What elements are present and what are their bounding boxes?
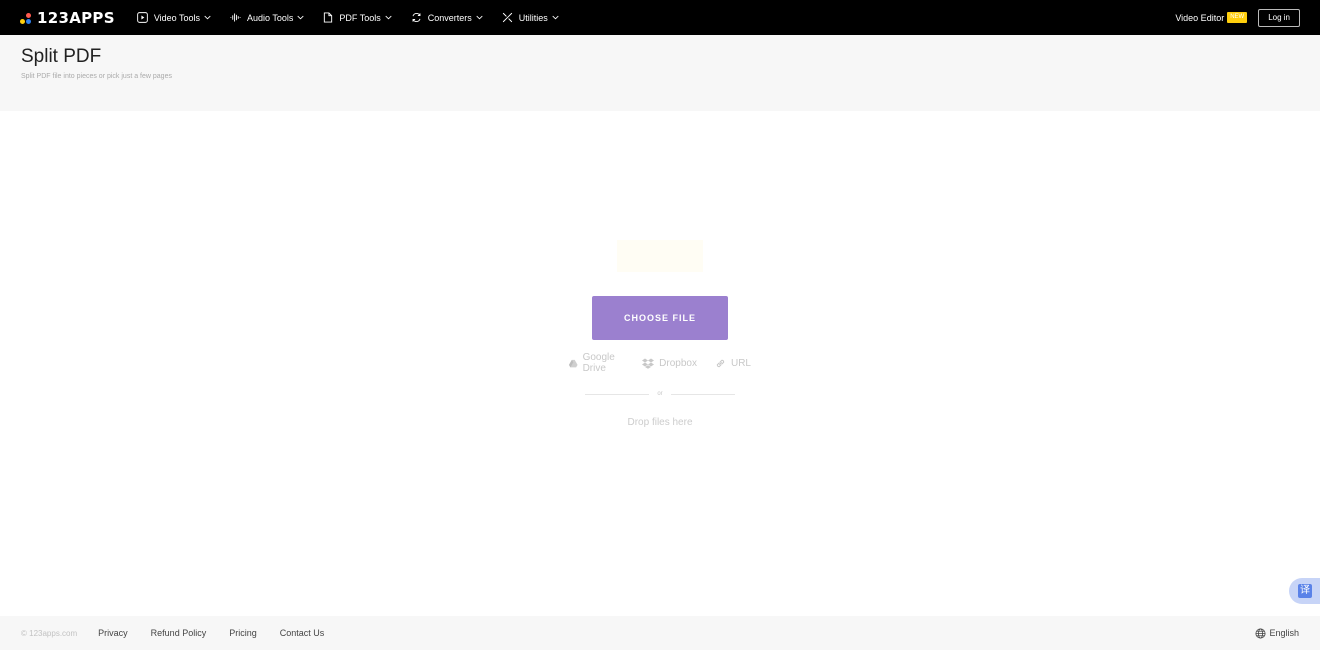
nav-video-tools[interactable]: Video Tools [136,12,211,23]
main-nav: Video Tools Audio Tools PDF Tools Conver… [136,12,578,23]
video-editor-link[interactable]: Video Editor NEW [1175,12,1248,23]
choose-file-button[interactable]: CHOOSE FILE [592,296,728,340]
url-label: URL [730,357,751,369]
document-icon [324,12,333,23]
nav-audio-tools-label: Audio Tools [247,12,294,23]
footer-link-privacy[interactable]: Privacy [98,628,128,638]
url-source[interactable]: URL [715,358,751,369]
google-drive-icon [569,359,578,367]
nav-utilities[interactable]: Utilities [502,12,559,23]
top-navigation-bar: 123APPS Video Tools Audio Tools PDF Tool… [0,0,1320,35]
nav-converters[interactable]: Converters [411,12,483,23]
chevron-down-icon [476,15,483,20]
divider-line-right [670,393,735,395]
topbar-right-group: Video Editor NEW Log in [1175,8,1300,27]
language-selector[interactable]: English [1255,628,1299,639]
google-drive-label: Google Drive [582,352,615,374]
logo-dots-icon [20,11,34,25]
footer: © 123apps.com Privacy Refund Policy Pric… [0,616,1320,650]
upload-sources: Google Drive Dropbox URL [560,352,760,374]
nav-converters-label: Converters [427,12,472,23]
upload-placeholder [617,240,703,272]
or-label: or [657,391,663,397]
brand-name: 123APPS [37,8,115,27]
convert-icon [412,12,421,23]
language-label: English [1269,628,1299,638]
chevron-down-icon [204,15,211,20]
copyright: © 123apps.com [21,628,78,638]
globe-icon [1255,628,1266,638]
login-button[interactable]: Log in [1258,8,1300,27]
footer-link-refund-policy[interactable]: Refund Policy [151,628,207,638]
nav-utilities-label: Utilities [518,12,548,23]
page-title: Split PDF [21,46,102,67]
nav-pdf-tools-label: PDF Tools [339,12,381,23]
chevron-down-icon [552,15,559,20]
divider-line-left [585,393,650,395]
dropbox-source[interactable]: Dropbox [642,358,697,369]
waveform-icon [230,13,241,22]
nav-video-tools-label: Video Tools [153,12,201,23]
video-editor-label: Video Editor [1175,12,1225,23]
nav-pdf-tools[interactable]: PDF Tools [323,12,392,23]
dropbox-icon [642,358,655,369]
chevron-down-icon [297,15,305,20]
nav-audio-tools[interactable]: Audio Tools [230,12,305,23]
dropbox-label: Dropbox [659,357,697,369]
page-header: Split PDF Split PDF file into pieces or … [0,35,1320,111]
or-divider: or [585,389,735,399]
drop-zone-label: Drop files here [627,417,693,428]
page-subtitle: Split PDF file into pieces or pick just … [21,73,172,80]
translate-icon: 译 [1298,584,1312,598]
logo-dot-yellow [20,18,25,24]
link-icon [716,359,725,367]
translate-button[interactable]: 译 [1289,578,1320,604]
play-square-icon [136,12,148,23]
chevron-down-icon [385,15,392,20]
logo-dot-red [26,12,31,18]
brand-logo[interactable]: 123APPS [20,9,115,27]
new-badge: NEW [1227,12,1248,23]
logo-dot-blue [26,18,31,24]
tools-icon [502,12,512,23]
google-drive-source[interactable]: Google Drive [569,352,624,374]
footer-link-contact-us[interactable]: Contact Us [280,628,325,638]
footer-link-pricing[interactable]: Pricing [229,628,257,638]
